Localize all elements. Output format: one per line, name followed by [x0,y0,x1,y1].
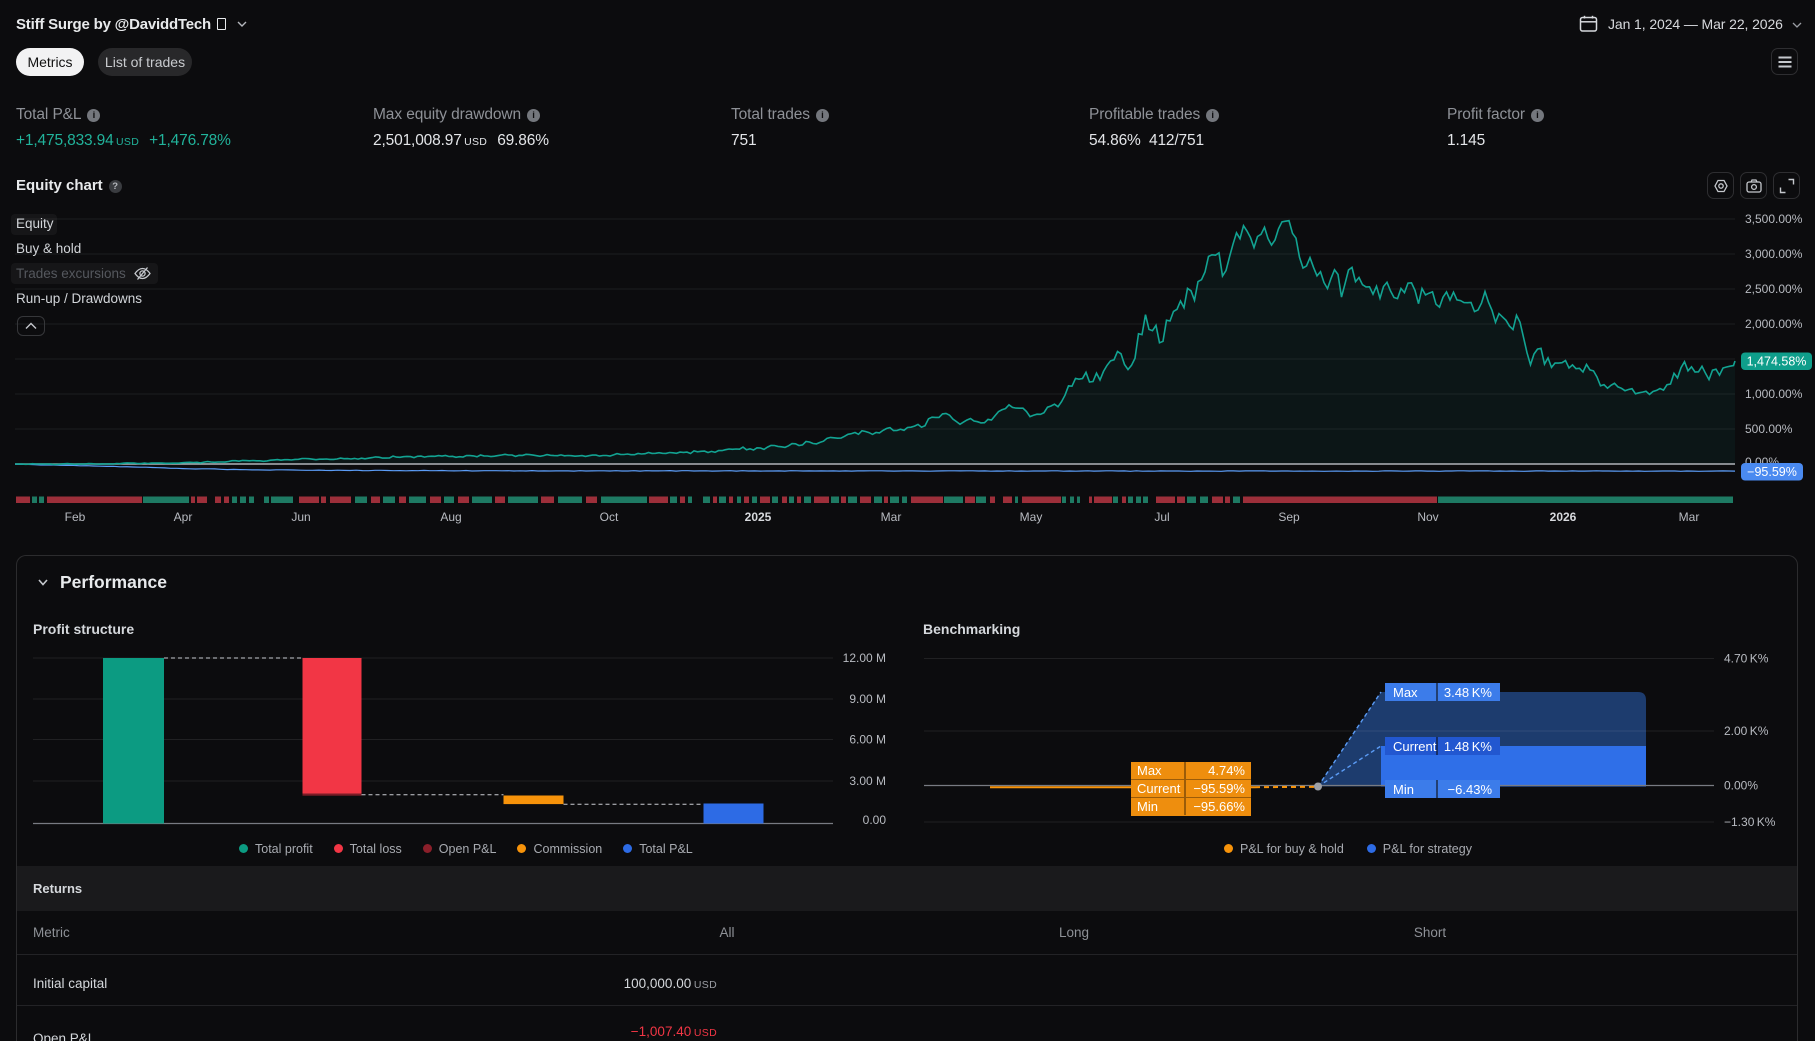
svg-text:2,000.00%: 2,000.00% [1745,317,1803,331]
svg-text:Jul: Jul [1154,510,1169,524]
svg-text:1,474.58%: 1,474.58% [1747,355,1807,369]
svg-text:500.00%: 500.00% [1745,422,1793,436]
svg-text:Feb: Feb [65,510,86,524]
svg-text:May: May [1020,510,1043,524]
svg-text:Nov: Nov [1417,510,1438,524]
svg-text:Aug: Aug [440,510,461,524]
svg-text:Jun: Jun [291,510,310,524]
svg-text:Apr: Apr [174,510,193,524]
svg-text:−1.30 K%: −1.30 K% [1724,815,1776,829]
svg-text:3,500.00%: 3,500.00% [1745,212,1803,226]
svg-text:Mar: Mar [881,510,902,524]
svg-text:2,500.00%: 2,500.00% [1745,282,1803,296]
svg-text:1,000.00%: 1,000.00% [1745,387,1803,401]
svg-text:4.70 K%: 4.70 K% [1724,652,1769,666]
svg-text:2026: 2026 [1550,510,1577,524]
svg-text:Sep: Sep [1278,510,1300,524]
svg-text:0.00%: 0.00% [1724,779,1758,793]
svg-text:3,000.00%: 3,000.00% [1745,247,1803,261]
svg-text:2.00 K%: 2.00 K% [1724,724,1769,738]
svg-text:2025: 2025 [745,510,772,524]
svg-text:Oct: Oct [600,510,619,524]
svg-text:−95.59%: −95.59% [1747,465,1797,479]
svg-text:Mar: Mar [1679,510,1700,524]
